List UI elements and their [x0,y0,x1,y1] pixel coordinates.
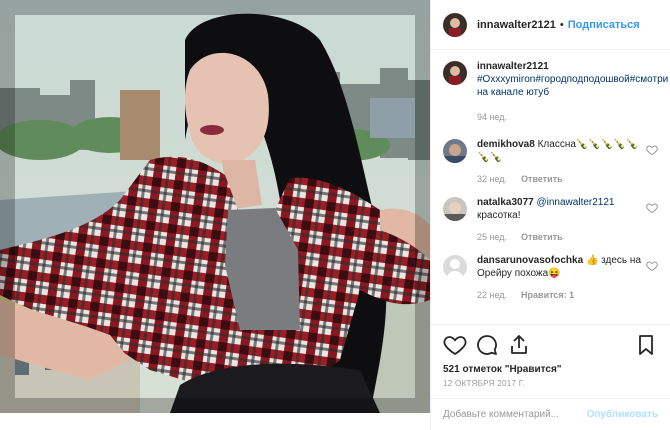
reply-button[interactable]: Ответить [521,231,563,244]
comment-mention[interactable]: @innawalter2121 [537,197,615,208]
comment-age: 32 нед. [477,174,508,184]
commenter-avatar[interactable] [443,197,467,221]
commenter-avatar[interactable] [443,255,467,279]
comment-like-icon[interactable] [646,260,658,272]
comment-likes-count[interactable]: Нравится: 1 [521,289,574,302]
post-image [0,0,430,413]
comments-list[interactable]: innawalter2121 #Oxxxymiron#городподподош… [431,50,670,324]
follow-button[interactable]: Подписаться [568,19,640,31]
author-username[interactable]: innawalter2121 [477,19,556,31]
post-photo[interactable] [0,0,430,413]
share-icon[interactable] [507,333,531,357]
caption-text[interactable]: #Oxxxymiron#городподподошвой#смотри на к… [477,73,668,99]
reply-button[interactable]: Ответить [521,173,563,186]
heart-icon[interactable] [443,333,467,357]
action-bar [431,324,670,364]
comment-item: dansarunovasofochka 👍 здесь на Орейру по… [443,254,658,302]
comment-username[interactable]: demikhova8 [477,139,535,150]
comment-age: 25 нед. [477,232,508,242]
commenter-avatar[interactable] [443,139,467,163]
post-date: 12 ОКТЯБРЯ 2017 Г. [443,379,525,388]
comment-item: demikhova8 Классна🍾🍾🍾🍾🍾🍾🍾 32 нед. Ответит… [443,138,658,186]
publish-button[interactable]: Опубликовать [587,409,658,420]
likes-count[interactable]: 521 отметок "Нравится" [431,364,670,375]
caption: innawalter2121 #Oxxxymiron#городподподош… [443,60,668,124]
comment-username[interactable]: natalka3077 [477,197,534,208]
post-sidebar: innawalter2121 • Подписаться innawalter2… [430,0,670,430]
post-header: innawalter2121 • Подписаться [431,0,670,50]
comment-like-icon[interactable] [646,144,658,156]
add-comment-bar: Опубликовать [431,398,670,430]
instagram-post: innawalter2121 • Подписаться innawalter2… [0,0,670,430]
separator-dot: • [559,18,564,31]
caption-username[interactable]: innawalter2121 [477,61,549,72]
comment-input[interactable] [443,409,587,420]
comment-icon[interactable] [475,333,499,357]
author-avatar[interactable] [443,61,467,85]
author-avatar[interactable] [443,12,467,37]
comment-username[interactable]: dansarunovasofochka [477,255,583,266]
comment-text: красотка! [477,210,521,221]
comment-item: natalka3077 @innawalter2121 красотка! 25… [443,196,658,244]
comment-like-icon[interactable] [646,202,658,214]
caption-age: 94 нед. [477,112,508,122]
comment-age: 22 нед. [477,290,508,300]
bookmark-icon[interactable] [634,333,658,357]
